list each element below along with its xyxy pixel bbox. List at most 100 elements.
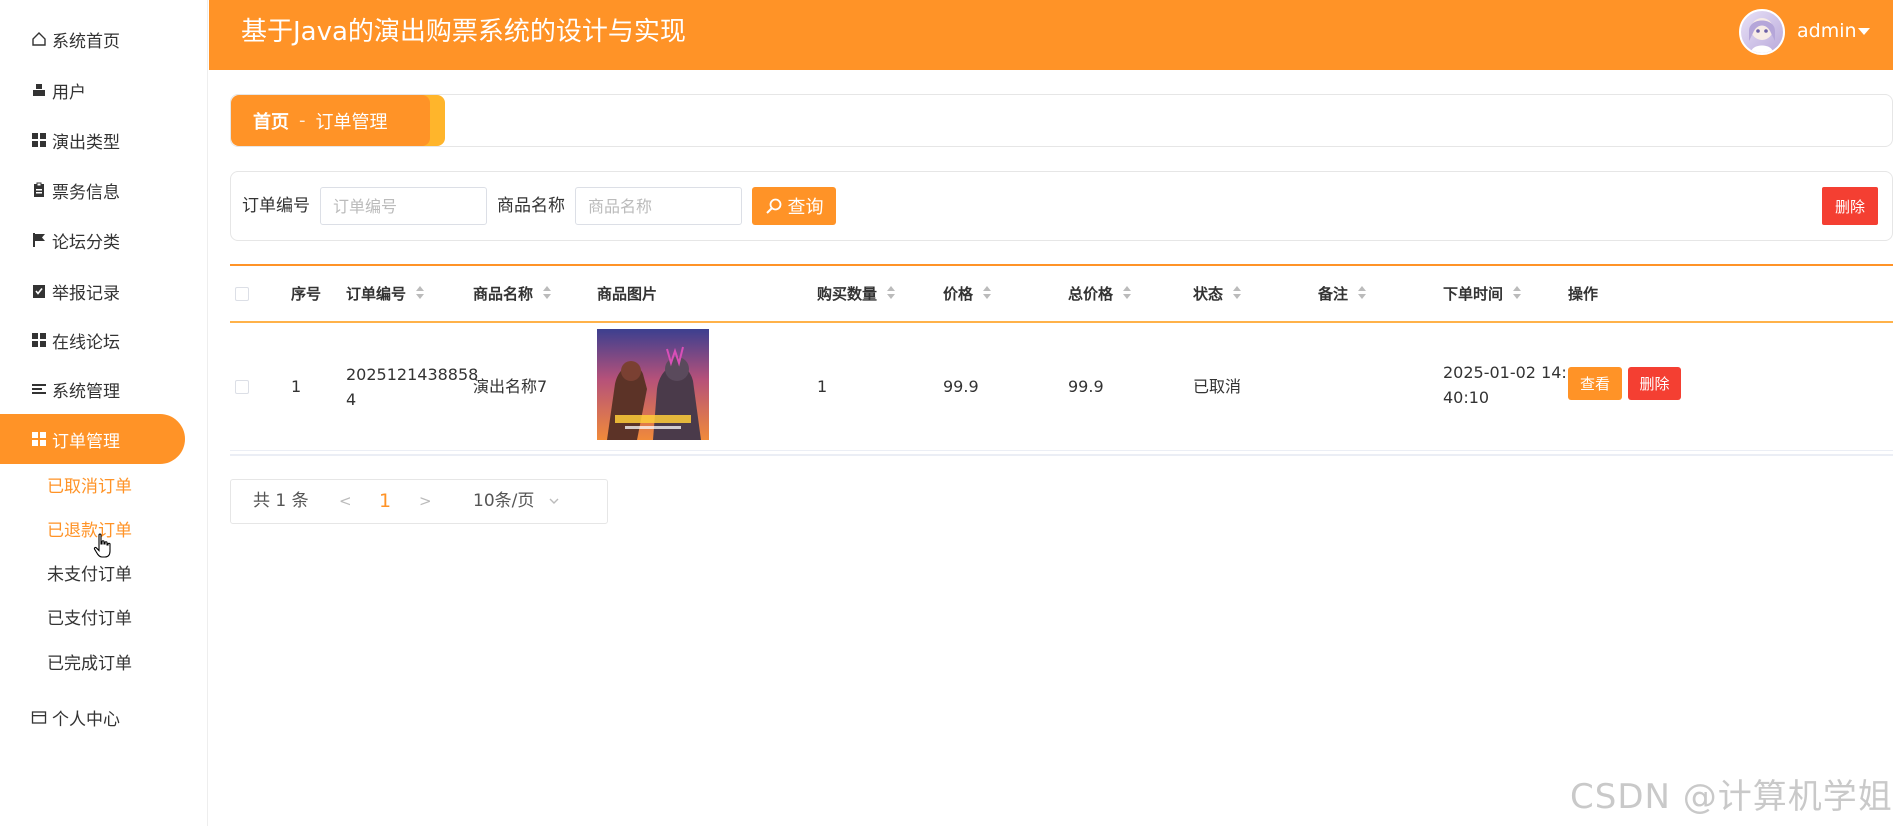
sidebar-item-user[interactable]: 用户 [0, 65, 185, 115]
watermark: CSDN @计算机学姐 [1570, 777, 1893, 817]
row-delete-button[interactable]: 删除 [1628, 367, 1681, 400]
column-header-label: 状态 [1193, 285, 1224, 303]
page-size-value: 10条/页 [473, 491, 535, 511]
column-header-order-no[interactable]: 订单编号 [346, 266, 425, 322]
column-header-label: 总价格 [1068, 285, 1114, 303]
column-header-quantity[interactable]: 购买数量 [817, 266, 896, 322]
sidebar-item-personal-center[interactable]: 个人中心 [0, 692, 185, 742]
cell-order-no: 2025121438858 4 [346, 362, 478, 412]
product-name-input[interactable] [575, 187, 742, 225]
sidebar-item-order-manage[interactable]: 订单管理 [0, 414, 185, 464]
sort-icon[interactable] [887, 285, 896, 300]
clipboard-icon [30, 181, 48, 199]
column-header-label: 备注 [1318, 285, 1349, 303]
top-header: 基于Java的演出购票系统的设计与实现 admin [209, 0, 1893, 70]
batch-delete-button[interactable]: 删除 [1822, 187, 1878, 225]
sidebar-subitem-cancelled-orders[interactable]: 已取消订单 [47, 472, 132, 502]
sidebar-subitem-completed-orders[interactable]: 已完成订单 [47, 649, 132, 679]
sidebar-item-label: 个人中心 [52, 709, 120, 730]
sort-icon[interactable] [543, 285, 552, 300]
pagination: 共 1 条 < 1 > 10条/页 [230, 479, 608, 524]
sidebar-item-label: 论坛分类 [52, 232, 120, 253]
search-bar: 订单编号 商品名称 查询 删除 [230, 171, 1893, 241]
cell-order-time-line: 2025-01-02 14: [1443, 363, 1567, 382]
table-row: 1 2025121438858 4 演出名称7 1 99.9 99.9 已取消 … [230, 323, 1893, 451]
cell-order-time-line: 40:10 [1443, 388, 1490, 407]
prev-page-button[interactable]: < [339, 480, 352, 523]
sidebar-item-label: 订单管理 [52, 431, 120, 452]
sort-icon[interactable] [1513, 285, 1522, 300]
column-header-label: 下单时间 [1443, 285, 1504, 303]
select-all-checkbox[interactable] [235, 287, 249, 301]
user-icon [30, 81, 48, 99]
sidebar-item-label: 票务信息 [52, 182, 120, 203]
table-footer-line [230, 454, 1893, 456]
column-header-label: 价格 [943, 285, 974, 303]
table-header: 序号 订单编号 商品名称 商品图片 购买数量 价格 总价格 状态 备注 下单时间… [230, 264, 1893, 323]
next-page-button[interactable]: > [419, 480, 432, 523]
query-button-label: 查询 [787, 197, 824, 218]
caret-down-icon[interactable] [1858, 28, 1870, 35]
username-label[interactable]: admin [1797, 0, 1857, 62]
sidebar-item-ticket-info[interactable]: 票务信息 [0, 165, 185, 215]
view-button[interactable]: 查看 [1568, 367, 1622, 400]
breadcrumb-bar: 首页 - 订单管理 [230, 94, 1893, 147]
column-header-product-image: 商品图片 [597, 285, 658, 303]
avatar[interactable] [1739, 9, 1785, 55]
row-checkbox[interactable] [235, 380, 249, 394]
breadcrumb-separator: - [299, 110, 306, 131]
column-header-actions: 操作 [1568, 285, 1599, 303]
sidebar-item-forum-category[interactable]: 论坛分类 [0, 215, 185, 265]
column-header-remark[interactable]: 备注 [1318, 266, 1367, 322]
sidebar-item-label: 用户 [52, 82, 86, 103]
sidebar-item-show-type[interactable]: 演出类型 [0, 115, 185, 165]
sidebar-subitem-paid-orders[interactable]: 已支付订单 [47, 604, 132, 634]
column-header-status[interactable]: 状态 [1193, 266, 1242, 322]
column-header-total[interactable]: 总价格 [1068, 266, 1132, 322]
pagination-total: 共 1 条 [253, 491, 309, 511]
sidebar-item-home[interactable]: 系统首页 [0, 14, 185, 64]
breadcrumb-current: 订单管理 [315, 111, 388, 133]
product-image[interactable] [597, 329, 709, 440]
cell-order-no-line: 4 [346, 390, 357, 409]
sidebar-subitem-refunded-orders[interactable]: 已退款订单 [47, 516, 132, 546]
sidebar-subitem-unpaid-orders[interactable]: 未支付订单 [47, 560, 132, 590]
cell-index: 1 [291, 377, 302, 396]
breadcrumb-home[interactable]: 首页 [253, 108, 289, 134]
product-name-label: 商品名称 [497, 196, 565, 216]
grid-icon [30, 430, 48, 448]
column-header-product-name[interactable]: 商品名称 [473, 266, 552, 322]
breadcrumb: 首页 - 订单管理 [231, 95, 430, 146]
page-size-select[interactable]: 10条/页 [473, 480, 560, 523]
sidebar-item-label: 在线论坛 [52, 332, 120, 353]
order-no-label: 订单编号 [242, 196, 310, 216]
grid-icon [30, 131, 48, 149]
column-header-order-time[interactable]: 下单时间 [1443, 266, 1522, 322]
query-button[interactable]: 查询 [752, 187, 836, 225]
wallet-icon [30, 708, 48, 726]
hand-cursor-icon [93, 533, 111, 558]
cell-quantity: 1 [817, 377, 828, 396]
cell-order-time: 2025-01-02 14: 40:10 [1443, 360, 1567, 410]
sort-icon[interactable] [416, 285, 425, 300]
list-icon [30, 380, 48, 398]
column-header-price[interactable]: 价格 [943, 266, 992, 322]
order-no-input[interactable] [320, 187, 487, 225]
sidebar-item-system-manage[interactable]: 系统管理 [0, 364, 185, 414]
sidebar-item-online-forum[interactable]: 在线论坛 [0, 315, 185, 365]
sort-icon[interactable] [1358, 285, 1367, 300]
cell-product-name: 演出名称7 [473, 377, 548, 396]
sort-icon[interactable] [1233, 285, 1242, 300]
sidebar-item-report-records[interactable]: 举报记录 [0, 266, 185, 316]
home-icon [30, 30, 48, 48]
flag-icon [30, 231, 48, 249]
cell-order-no-line: 2025121438858 [346, 365, 479, 384]
chevron-down-icon [549, 498, 559, 504]
app-title: 基于Java的演出购票系统的设计与实现 [241, 17, 686, 47]
column-header-index: 序号 [291, 285, 322, 303]
sort-icon[interactable] [983, 285, 992, 300]
sidebar-item-label: 系统管理 [52, 381, 120, 402]
sort-icon[interactable] [1123, 285, 1132, 300]
search-icon [765, 198, 781, 214]
current-page[interactable]: 1 [379, 480, 391, 523]
